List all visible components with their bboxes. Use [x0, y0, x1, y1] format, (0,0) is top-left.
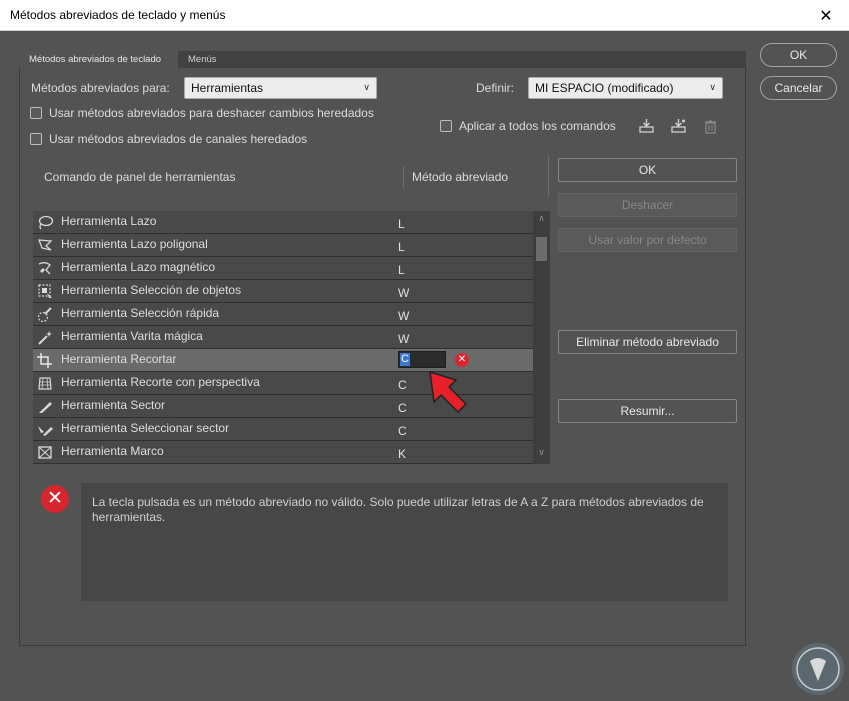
- shortcut-table: Herramienta Lazo L Herramienta Lazo poli…: [33, 211, 550, 464]
- set-value: MI ESPACIO (modificado): [535, 81, 674, 95]
- slice-icon: [39, 402, 52, 413]
- shortcuts-for-select[interactable]: Herramientas ∨: [184, 77, 377, 99]
- shortcuts-for-label: Métodos abreviados para:: [31, 81, 170, 95]
- undo-legacy-label: Usar métodos abreviados para deshacer ca…: [49, 106, 374, 120]
- tool-shortcut[interactable]: L: [398, 217, 405, 231]
- ok-main-button[interactable]: OK: [760, 43, 837, 67]
- perspective-crop-icon: [38, 377, 52, 390]
- save-set-icon[interactable]: [638, 117, 655, 134]
- table-row[interactable]: Herramienta Selección de objetos W: [33, 280, 533, 303]
- tool-shortcut[interactable]: C: [398, 378, 407, 392]
- tool-name: Herramienta Lazo poligonal: [61, 237, 208, 251]
- scroll-up-icon[interactable]: ∧: [536, 213, 547, 227]
- header-edge: [548, 156, 549, 196]
- table-row[interactable]: Herramienta Marco K: [33, 441, 533, 464]
- ok-button[interactable]: OK: [558, 158, 737, 182]
- legacy-channel-label: Usar métodos abreviados de canales hered…: [49, 132, 308, 146]
- crop-icon: [37, 353, 52, 368]
- apply-all-checkbox[interactable]: [440, 120, 452, 132]
- legacy-channel-checkbox[interactable]: [30, 133, 42, 145]
- table-row[interactable]: Herramienta Varita mágica W: [33, 326, 533, 349]
- command-column-header: Comando de panel de herramientas: [44, 170, 236, 184]
- tool-shortcut[interactable]: W: [398, 332, 409, 346]
- table-row[interactable]: Herramienta Seleccionar sector C: [33, 418, 533, 441]
- red-arrow-pointer-icon: [429, 371, 467, 413]
- tool-shortcut[interactable]: L: [398, 240, 405, 254]
- error-icon: ✕: [41, 485, 69, 513]
- tool-name: Herramienta Varita mágica: [61, 329, 203, 343]
- tool-shortcut[interactable]: K: [398, 447, 406, 461]
- table-row[interactable]: Herramienta Selección rápida W: [33, 303, 533, 326]
- window-title: Métodos abreviados de teclado y menús: [10, 8, 226, 22]
- set-label: Definir:: [476, 81, 515, 95]
- chevron-down-icon: ∨: [709, 82, 716, 92]
- table-row[interactable]: Herramienta Lazo L: [33, 211, 533, 234]
- chevron-down-icon: ∨: [363, 82, 370, 92]
- table-row[interactable]: Herramienta Lazo poligonal L: [33, 234, 533, 257]
- polygonal-lasso-icon: [38, 239, 53, 251]
- apply-all-label: Aplicar a todos los comandos: [459, 119, 616, 133]
- error-message: La tecla pulsada es un método abreviado …: [92, 495, 704, 524]
- tool-name: Herramienta Selección rápida: [61, 306, 220, 320]
- object-selection-icon: [38, 284, 52, 298]
- summarize-button[interactable]: Resumir...: [558, 399, 737, 423]
- tool-name: Herramienta Marco: [61, 444, 164, 458]
- undo-button[interactable]: Deshacer: [558, 193, 737, 217]
- magnetic-lasso-icon: [38, 262, 51, 275]
- tool-name: Herramienta Selección de objetos: [61, 283, 242, 297]
- message-area: La tecla pulsada es un método abreviado …: [81, 483, 728, 601]
- tool-name: Herramienta Seleccionar sector: [61, 421, 230, 435]
- tab-strip: Métodos abreviados de teclado Menús: [19, 51, 746, 68]
- cancel-button[interactable]: Cancelar: [760, 76, 837, 100]
- tool-name: Herramienta Recortar: [61, 352, 177, 366]
- tool-name: Herramienta Lazo: [61, 214, 157, 228]
- scroll-thumb[interactable]: [536, 237, 547, 261]
- delete-shortcut-button[interactable]: Eliminar método abreviado: [558, 330, 737, 354]
- tool-shortcut[interactable]: L: [398, 263, 405, 277]
- table-row[interactable]: Herramienta Lazo magnético L: [33, 257, 533, 280]
- frame-icon: [38, 446, 52, 459]
- tool-name: Herramienta Recorte con perspectiva: [61, 375, 260, 389]
- tool-name: Herramienta Lazo magnético: [61, 260, 216, 274]
- tool-shortcut[interactable]: W: [398, 309, 409, 323]
- use-default-button[interactable]: Usar valor por defecto: [558, 228, 737, 252]
- undo-legacy-checkbox[interactable]: [30, 107, 42, 119]
- save-as-set-icon[interactable]: [670, 117, 687, 134]
- magic-wand-icon: [38, 331, 52, 345]
- tool-shortcut[interactable]: W: [398, 286, 409, 300]
- remove-shortcut-icon[interactable]: ✕: [455, 353, 469, 367]
- scroll-down-icon[interactable]: ∨: [536, 447, 547, 461]
- lasso-icon: [38, 215, 54, 230]
- tab-menus[interactable]: Menús: [178, 51, 227, 68]
- slice-select-icon: [38, 426, 53, 436]
- delete-set-icon[interactable]: [702, 118, 719, 135]
- column-separator: [403, 166, 404, 188]
- quick-selection-icon: [37, 307, 52, 323]
- set-select[interactable]: MI ESPACIO (modificado) ∨: [528, 77, 723, 99]
- shortcut-column-header: Método abreviado: [412, 170, 509, 184]
- watermark-logo-icon: [792, 643, 844, 695]
- title-bar: Métodos abreviados de teclado y menús ✕: [0, 0, 849, 31]
- tool-shortcut[interactable]: C: [398, 401, 407, 415]
- tool-shortcut[interactable]: C: [398, 424, 407, 438]
- shortcut-edit-value: C: [400, 353, 410, 366]
- tab-keyboard-shortcuts[interactable]: Métodos abreviados de teclado: [19, 51, 178, 68]
- shortcuts-for-value: Herramientas: [191, 81, 264, 95]
- table-scrollbar[interactable]: ∧ ∨: [533, 211, 550, 464]
- close-window-button[interactable]: ✕: [803, 0, 849, 31]
- tool-name: Herramienta Sector: [61, 398, 166, 412]
